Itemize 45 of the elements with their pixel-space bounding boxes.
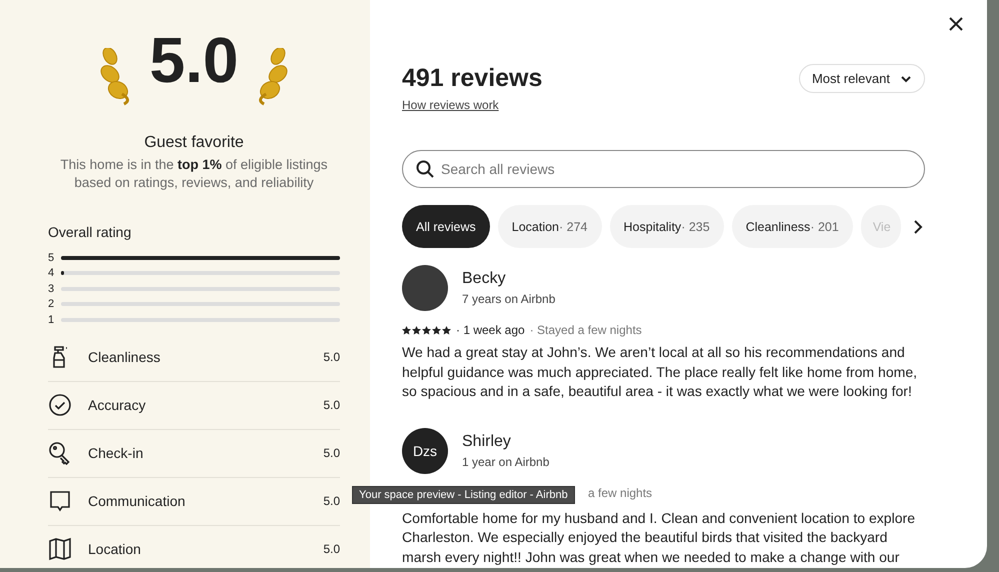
rating-label: 1 xyxy=(48,314,56,326)
overall-score: 5.0 xyxy=(150,28,238,92)
stay-length: · Stayed a few nights xyxy=(530,323,642,337)
map-icon xyxy=(48,537,72,561)
review-date: · 1 week ago xyxy=(456,323,525,337)
search-field[interactable]: Search all reviews xyxy=(402,150,925,188)
guest-favorite-title: Guest favorite xyxy=(143,134,245,152)
category-name: Communication xyxy=(88,493,186,509)
category-name: Accuracy xyxy=(88,397,147,413)
filter-chip[interactable]: Hospitality· 235 xyxy=(610,205,724,248)
category-name: Cleanliness xyxy=(88,349,162,365)
overall-rating-title: Overall rating xyxy=(48,224,132,240)
category-score: 5.0 xyxy=(323,542,340,556)
category-name: Location xyxy=(88,541,142,557)
category-score: 5.0 xyxy=(323,494,340,508)
filter-chip[interactable]: All reviews xyxy=(402,205,490,248)
avatar-initials: Dzs xyxy=(402,428,448,474)
rating-label: 4 xyxy=(48,267,56,280)
speech-bubble-icon xyxy=(48,489,72,513)
tooltip: Your space preview - Listing editor - Airbnb xyxy=(352,486,575,504)
close-icon[interactable] xyxy=(949,17,963,31)
filter-chip[interactable]: Location· 274 xyxy=(498,205,602,248)
search-icon xyxy=(416,160,434,178)
category-score: 5.0 xyxy=(323,350,340,364)
how-reviews-work-link[interactable]: How reviews work xyxy=(402,98,542,112)
filter-chip[interactable]: Cleanliness· 201 xyxy=(732,205,853,248)
check-circle-icon xyxy=(48,393,72,417)
rating-label: 3 xyxy=(48,282,56,295)
reviews-count-title: 491 reviews xyxy=(402,64,542,93)
category-score: 5.0 xyxy=(323,446,340,460)
key-icon xyxy=(48,441,72,465)
sort-dropdown[interactable]: Most relevant xyxy=(798,64,925,93)
reviewer-name: Becky xyxy=(462,270,507,288)
avatar-photo-placeholder xyxy=(402,265,448,311)
rating-label: 5 xyxy=(48,252,56,264)
category-name: Check-in xyxy=(88,445,144,461)
reviewer-tenure: 7 years on Airbnb xyxy=(462,292,556,306)
stay-length: a few nights xyxy=(588,486,652,500)
review-text: We had a great stay at John’s. We aren’t local at all so his recommendations and helpful guidance was much appreciated. The place really felt like home from home, so spacious and in a safe, beautiful area - it was exactly what we were looking for! xyxy=(402,343,918,401)
category-score: 5.0 xyxy=(323,398,340,412)
reviewer-name: Shirley xyxy=(462,432,512,450)
rating-label: 2 xyxy=(48,298,56,310)
guest-favorite-description: This home is in the top 1% of eligible listings based on ratings, reviews, and reliability xyxy=(59,156,329,192)
reviewer-tenure: 1 year on Airbnb xyxy=(462,454,550,468)
review-text: Comfortable home for my husband and I. Clean and convenient location to explore Charleston. We especially enjoyed the beautiful birds that visited the backyard marsh every night!! John was great when we needed to make a change with our xyxy=(402,508,916,567)
